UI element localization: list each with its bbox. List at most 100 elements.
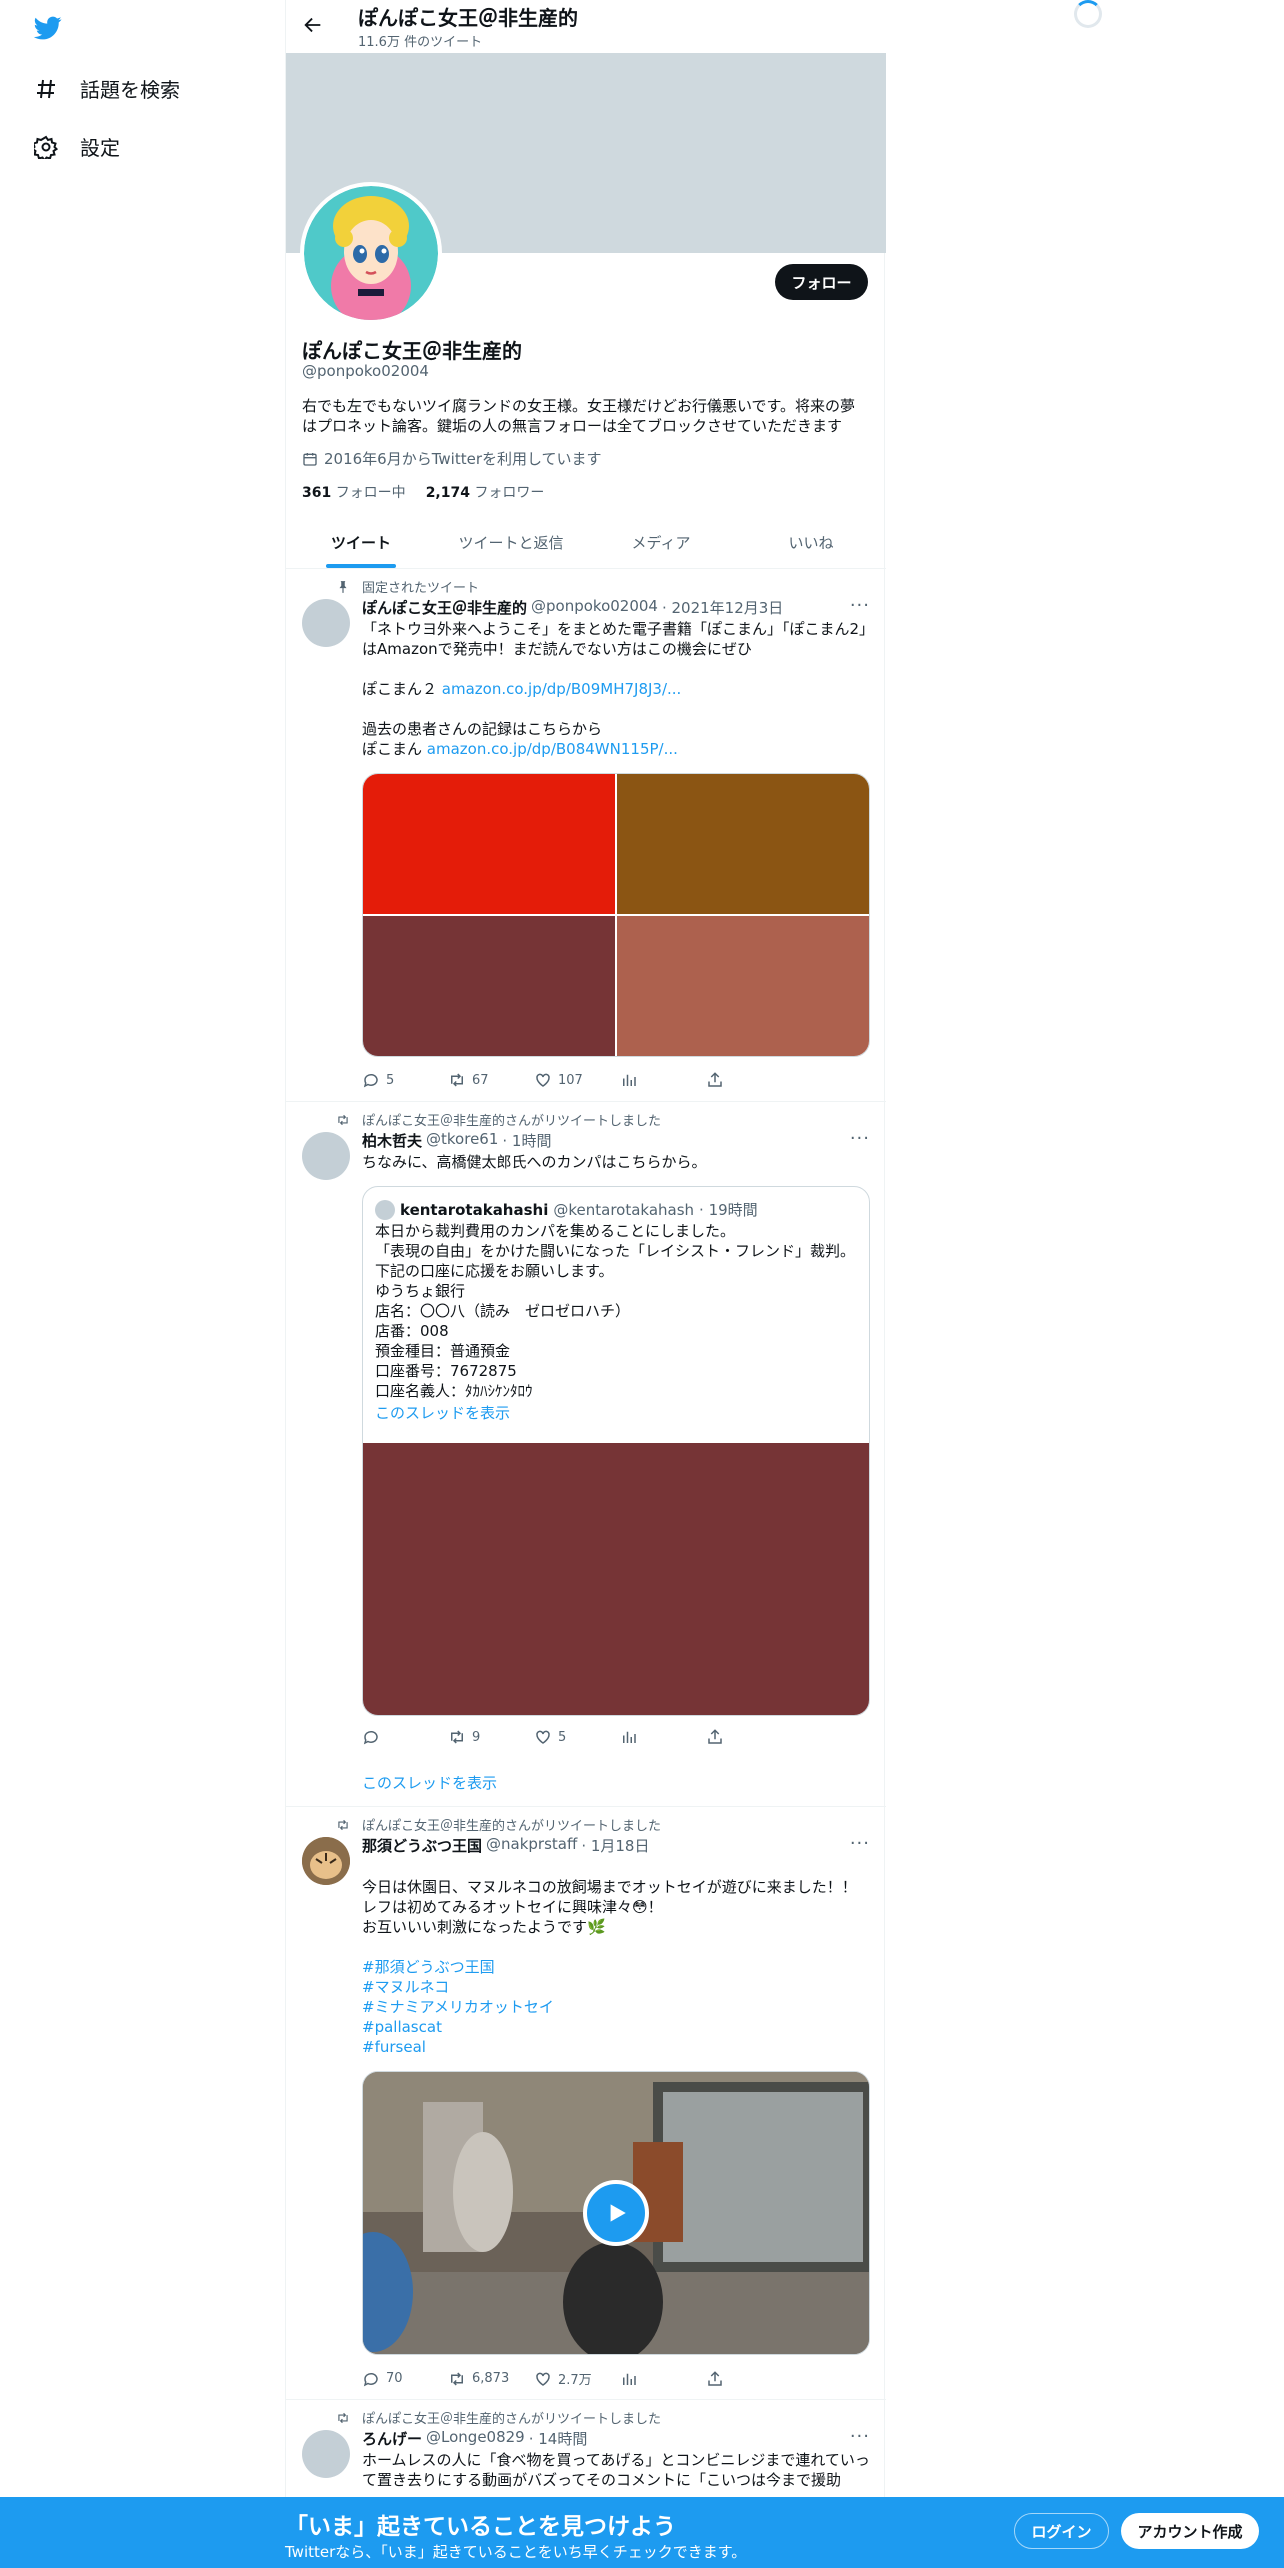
tweet-time[interactable]: · 14時間: [529, 2428, 588, 2449]
hashtag-link[interactable]: #那須どうぶつ王国: [362, 1957, 554, 1977]
tweet-text-line: ぽこまん２: [362, 680, 438, 698]
author-name[interactable]: ろんげー: [362, 2428, 422, 2449]
tweet-text-line: 「ネトウヨ外来へようこそ」をまとめた電子書籍「ぽこまん」「ぽこまん2」はAmaz…: [362, 620, 867, 658]
tweet-context: ぽんぽこ女王＠非生産的さんがリツイートしました: [338, 2408, 661, 2427]
author-handle[interactable]: @Longe0829: [426, 2428, 525, 2449]
analytics-button[interactable]: [620, 2369, 706, 2388]
author-name[interactable]: 柏木哲夫: [362, 1130, 422, 1151]
tweet-video[interactable]: [362, 2071, 870, 2355]
login-button[interactable]: ログイン: [1014, 2513, 1109, 2549]
avatar[interactable]: [302, 1132, 350, 1180]
profile-avatar[interactable]: [300, 182, 442, 324]
reply-button[interactable]: [362, 1728, 448, 1746]
quote-media-image[interactable]: [363, 1443, 869, 1715]
profile-bio: 右でも左でもないツイ腐ランドの女王様。女王様だけどお行儀悪いです。将来の夢はプロ…: [302, 397, 856, 435]
author-handle[interactable]: @tkore61: [426, 1130, 498, 1151]
calendar-icon: [303, 452, 317, 466]
share-icon: [708, 2370, 722, 2386]
tweet-context: ぽんぽこ女王＠非生産的さんがリツイートしました: [338, 1815, 662, 1834]
more-icon[interactable]: ···: [850, 595, 870, 616]
quote-author-name: kentarotakahashi: [400, 1200, 549, 1219]
tweet-link[interactable]: amazon.co.jp/dp/B084WN115P/...: [427, 740, 678, 758]
author-name[interactable]: ぽんぽこ女王＠非生産的: [362, 597, 527, 618]
explore-label: 話題を検索: [80, 78, 180, 102]
twitter-logo-icon[interactable]: [32, 14, 64, 42]
more-icon[interactable]: ···: [850, 2426, 870, 2447]
media-image[interactable]: [617, 774, 869, 914]
back-arrow-icon[interactable]: [302, 14, 324, 36]
quote-thread-link[interactable]: このスレッドを表示: [375, 1402, 510, 1423]
author-handle[interactable]: @nakprstaff: [486, 1835, 577, 1856]
tweet-text: 「ネトウヨ外来へようこそ」をまとめた電子書籍「ぽこまん」「ぽこまん2」はAmaz…: [362, 619, 870, 659]
media-image[interactable]: [363, 916, 615, 1056]
tweet-media-grid[interactable]: [362, 773, 870, 1057]
explore-nav-item[interactable]: 話題を検索: [34, 74, 180, 103]
hashtag-link[interactable]: #マヌルネコ: [362, 1977, 554, 1997]
share-icon: [708, 1072, 722, 1087]
tab-media[interactable]: メディア: [586, 516, 736, 568]
follow-button[interactable]: フォロー: [775, 264, 868, 300]
share-icon: [708, 1729, 722, 1744]
more-icon[interactable]: ···: [850, 1833, 870, 1854]
quote-time: · 19時間: [699, 1201, 758, 1219]
quoted-tweet[interactable]: kentarotakahashi @kentarotakahash · 19時間…: [362, 1186, 870, 1716]
followers-label: フォロワー: [474, 485, 545, 501]
play-button[interactable]: [583, 2180, 649, 2246]
tweet-time[interactable]: · 1月18日: [581, 1835, 649, 1856]
share-button[interactable]: [706, 1071, 792, 1089]
followers-link[interactable]: 2,174 フォロワー: [426, 482, 545, 502]
like-button[interactable]: 5: [534, 1728, 620, 1746]
reply-button[interactable]: 5: [362, 1071, 448, 1089]
media-image[interactable]: [617, 916, 869, 1056]
hashtag-link[interactable]: #furseal: [362, 2037, 554, 2057]
retweet-button[interactable]: 6,873: [448, 2369, 534, 2388]
tweet-link[interactable]: amazon.co.jp/dp/B09MH7J8J3/...: [442, 680, 682, 698]
tweet-pinned[interactable]: 固定されたツイート ぽんぽこ女王＠非生産的 @ponpoko02004 · 20…: [286, 569, 886, 1102]
tab-tweets-replies[interactable]: ツイートと返信: [436, 516, 586, 568]
reply-count: 5: [386, 1072, 395, 1088]
reply-button[interactable]: 70: [362, 2369, 448, 2388]
like-button[interactable]: 107: [534, 1071, 620, 1089]
show-thread-link[interactable]: このスレッドを表示: [362, 1772, 497, 1793]
share-button[interactable]: [706, 1728, 792, 1746]
tweet-time[interactable]: · 1時間: [502, 1130, 551, 1151]
retweet-button[interactable]: 9: [448, 1728, 534, 1746]
retweet-button[interactable]: 67: [448, 1071, 534, 1089]
profile-name: ぽんぽこ女王＠非生産的: [302, 339, 522, 363]
avatar[interactable]: [302, 599, 350, 647]
settings-nav-item[interactable]: 設定: [34, 132, 120, 161]
tab-likes[interactable]: いいね: [736, 516, 886, 568]
author-name[interactable]: 那須どうぶつ王国: [362, 1835, 482, 1856]
profile-handle: @ponpoko02004: [302, 362, 429, 380]
author-handle[interactable]: @ponpoko02004: [531, 597, 658, 618]
heart-icon: [536, 1073, 550, 1087]
heart-icon: [536, 2372, 550, 2386]
media-image[interactable]: [363, 774, 615, 914]
analytics-button[interactable]: [620, 1728, 706, 1746]
tab-tweets[interactable]: ツイート: [286, 516, 436, 568]
following-link[interactable]: 361 フォロー中: [302, 482, 406, 502]
hashtag-link[interactable]: #ミナミアメリカオットセイ: [362, 1997, 554, 2017]
avatar[interactable]: [302, 2430, 350, 2478]
tweet-header: ぽんぽこ女王＠非生産的 @ponpoko02004 · 2021年12月3日: [362, 597, 783, 618]
avatar[interactable]: [302, 1837, 350, 1885]
header-tweet-count: 11.6万 件のツイート: [358, 35, 483, 50]
reply-icon: [363, 2372, 378, 2386]
like-button[interactable]: 2.7万: [534, 2369, 620, 2388]
retweet-icon: [338, 1819, 348, 1830]
analytics-button[interactable]: [620, 1071, 706, 1089]
tweet-text: ちなみに、高橋健太郎氏へのカンパはこちらから。: [362, 1153, 707, 1171]
tweet-retweet-kashiwagi[interactable]: ぽんぽこ女王＠非生産的さんがリツイートしました 柏木哲夫 @tkore61 · …: [286, 1102, 886, 1807]
joined-text: 2016年6月からTwitterを利用しています: [324, 450, 602, 468]
tweet-time[interactable]: · 2021年12月3日: [662, 597, 783, 618]
tweet-retweet-nasu[interactable]: ぽんぽこ女王＠非生産的さんがリツイートしました 那須どうぶつ王国 @nakprs…: [286, 1807, 886, 2400]
retweet-icon: [338, 2412, 348, 2423]
tweet-text-link-line: ぽこまん２ amazon.co.jp/dp/B09MH7J8J3/...: [362, 679, 870, 699]
tiger-avatar-image: [302, 1837, 350, 1885]
more-icon[interactable]: ···: [850, 1128, 870, 1149]
context-text: ぽんぽこ女王＠非生産的さんがリツイートしました: [362, 1819, 662, 1834]
hashtag-link[interactable]: #pallascat: [362, 2017, 554, 2037]
profile-header-bar: ぽんぽこ女王＠非生産的 11.6万 件のツイート: [286, 0, 886, 53]
share-button[interactable]: [706, 2369, 792, 2388]
signup-button[interactable]: アカウント作成: [1121, 2513, 1259, 2549]
